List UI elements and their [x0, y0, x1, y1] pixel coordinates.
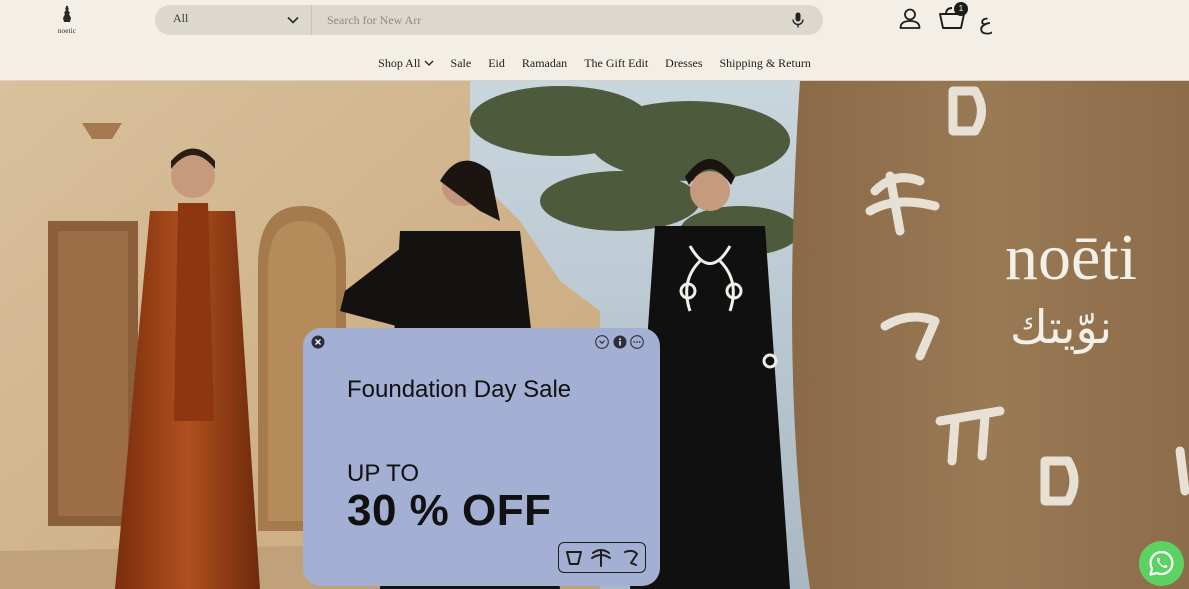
search-input[interactable] — [315, 5, 775, 35]
popup-title: Foundation Day Sale — [347, 376, 572, 403]
close-icon[interactable] — [311, 335, 325, 349]
chevron-down-icon — [424, 60, 433, 66]
logo-mark-icon — [63, 5, 71, 22]
cart-count-badge: 1 — [954, 2, 968, 16]
nav-item-ramadan[interactable]: Ramadan — [522, 56, 567, 71]
category-select-value: All — [173, 11, 189, 25]
symbols-icon — [566, 549, 638, 567]
brand-logo[interactable]: noetic — [52, 5, 82, 35]
site-header: noetic All 1 ع Shop All Sale Eid Ramadan… — [0, 0, 1189, 81]
info-icon[interactable] — [613, 335, 627, 349]
more-icon[interactable] — [630, 335, 644, 349]
whatsapp-button[interactable] — [1139, 541, 1184, 586]
language-toggle[interactable]: ع — [979, 11, 992, 35]
popup-up-to: UP TO — [347, 460, 420, 487]
category-select[interactable]: All — [155, 5, 312, 35]
nav-item-label: Shop All — [378, 56, 421, 70]
main-nav: Shop All Sale Eid Ramadan The Gift Edit … — [0, 56, 1189, 76]
hero-brand-arabic: نوّيتك — [1010, 300, 1112, 355]
chevron-down-icon[interactable] — [595, 335, 609, 349]
mic-icon[interactable] — [789, 11, 807, 29]
nav-item-gift-edit[interactable]: The Gift Edit — [584, 56, 648, 71]
nav-item-sale[interactable]: Sale — [451, 56, 472, 71]
promo-popup[interactable]: Foundation Day Sale UP TO 30 % OFF — [303, 328, 660, 586]
nav-item-shop-all[interactable]: Shop All — [378, 56, 433, 71]
account-icon[interactable] — [897, 6, 923, 32]
nav-item-eid[interactable]: Eid — [488, 56, 505, 71]
chevron-down-icon — [287, 16, 299, 24]
whatsapp-icon — [1149, 550, 1174, 576]
nav-item-dresses[interactable]: Dresses — [665, 56, 702, 71]
popup-symbols-badge — [558, 542, 646, 573]
logo-wordmark: noetic — [57, 27, 77, 35]
popup-discount: 30 % OFF — [347, 486, 552, 535]
search-bar: All — [155, 5, 823, 35]
hero-brand-latin: noēti — [1005, 221, 1137, 294]
nav-item-shipping-return[interactable]: Shipping & Return — [720, 56, 811, 71]
